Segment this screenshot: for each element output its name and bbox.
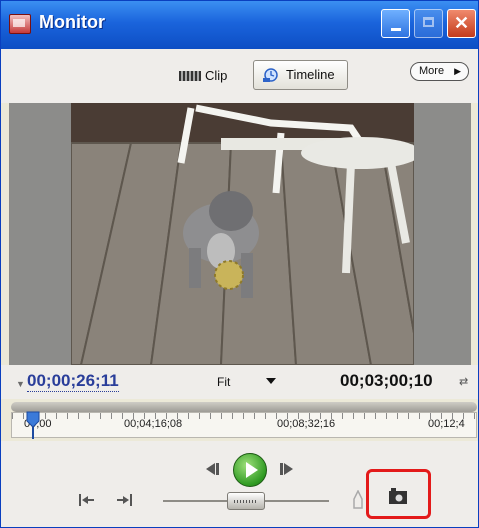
more-button-label: More (419, 65, 445, 77)
video-preview-area (9, 103, 471, 365)
playback-controls (1, 441, 478, 527)
title-bar[interactable]: Monitor ✕ (1, 1, 478, 49)
marker-triangle-icon: ▼ (16, 379, 25, 389)
zoom-select-label[interactable]: Fit (217, 375, 230, 389)
video-frame (71, 103, 414, 365)
monitor-window: Monitor ✕ Clip Timeline More ▶ ▼ 00;00;2… (0, 0, 479, 528)
camera-snapshot-icon[interactable] (388, 487, 408, 505)
step-forward-button[interactable] (276, 461, 298, 477)
current-timecode[interactable]: 00;00;26;11 (27, 371, 119, 392)
play-button[interactable] (233, 453, 267, 487)
shuttle-slider-handle[interactable] (227, 492, 265, 510)
tab-clip-label: Clip (205, 68, 228, 83)
chevron-down-icon[interactable] (266, 378, 276, 384)
film-strip-icon (179, 71, 201, 81)
maximize-icon (423, 17, 434, 27)
tab-timeline[interactable]: Timeline (253, 60, 348, 90)
go-to-out-point-icon[interactable] (115, 492, 133, 508)
volume-icon[interactable] (352, 490, 364, 510)
timecode-bar: ▼ 00;00;26;11 Fit 00;03;00;10 ⇄ (1, 365, 478, 399)
step-back-button[interactable] (201, 461, 223, 477)
timeline-ruler[interactable]: 00;00 00;04;16;08 00;08;32;16 00;12;4 (11, 399, 477, 441)
loop-icon[interactable]: ⇄ (459, 375, 468, 388)
playhead-icon[interactable] (26, 411, 40, 439)
ruler-tick-label: 00;08;32;16 (277, 418, 336, 430)
tab-timeline-label: Timeline (286, 67, 335, 82)
close-icon: ✕ (453, 13, 470, 33)
window-title: Monitor (39, 12, 105, 32)
ruler-track[interactable]: 00;00 00;04;16;08 00;08;32;16 00;12;4 (11, 412, 477, 438)
monitor-app-icon (9, 14, 31, 34)
more-button[interactable]: More ▶ (410, 62, 469, 81)
ruler-tick-label: 00;12;4 (428, 418, 465, 430)
ruler-zoom-bar[interactable] (11, 402, 477, 412)
maximize-button[interactable] (414, 9, 443, 38)
minimize-icon (390, 28, 401, 31)
minimize-button[interactable] (381, 9, 410, 38)
video-frame-image (71, 103, 414, 365)
ruler-tick-label: 00;04;16;08 (124, 418, 183, 430)
more-arrow-icon: ▶ (454, 66, 461, 76)
tab-clip[interactable]: Clip (179, 63, 227, 89)
monitor-toolbar: Clip Timeline More ▶ (1, 49, 478, 103)
close-button[interactable]: ✕ (447, 9, 476, 38)
duration-timecode: 00;03;00;10 (340, 371, 433, 390)
timeline-icon (263, 68, 278, 82)
go-to-in-point-icon[interactable] (78, 492, 96, 508)
ruler-ticks (12, 413, 476, 419)
